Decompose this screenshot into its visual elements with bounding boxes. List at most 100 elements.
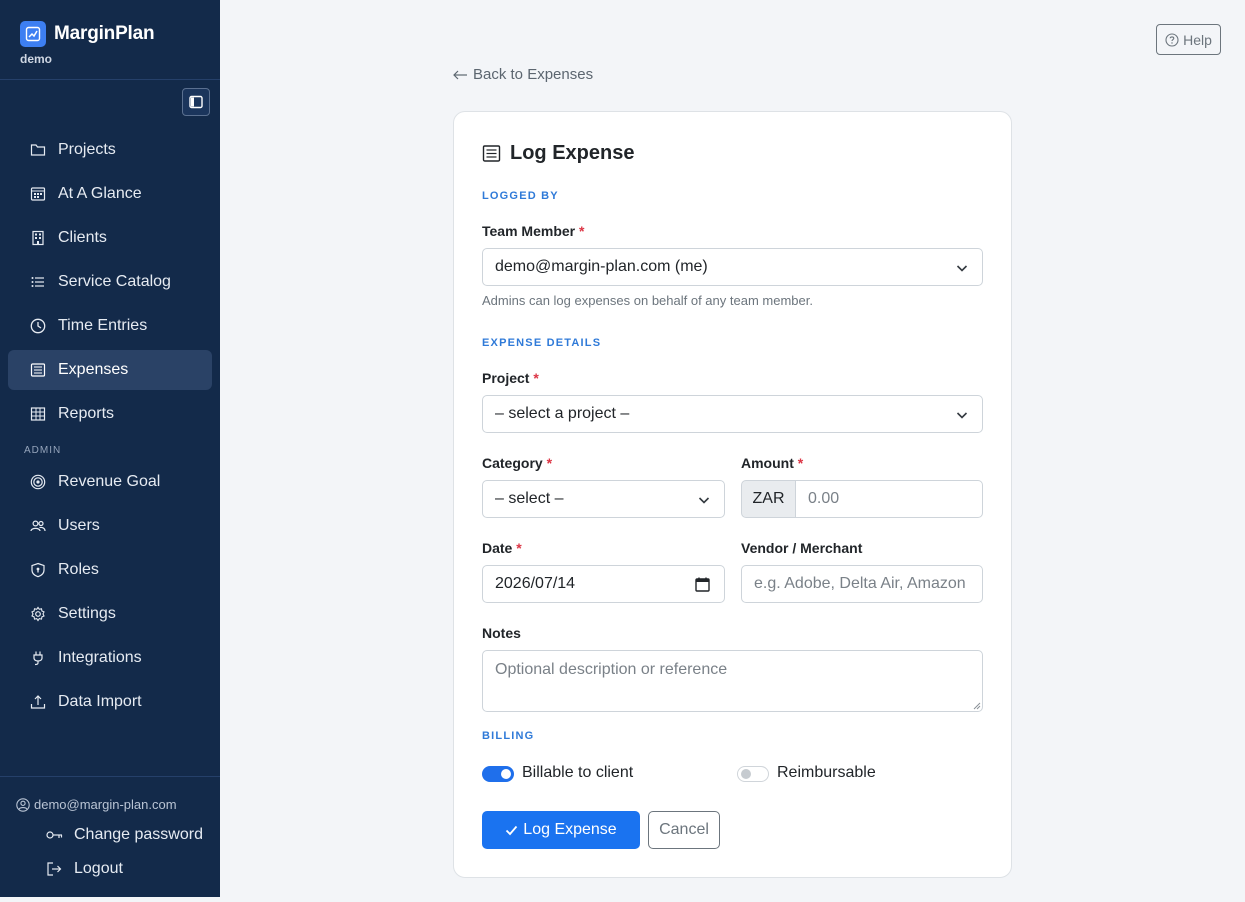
sidebar-footer: demo@margin-plan.com Change password Log… [0, 776, 220, 897]
log-expense-button-label: Log Expense [523, 821, 617, 838]
resize-handle-icon[interactable] [973, 702, 981, 710]
notes-textarea[interactable]: Optional description or reference [482, 650, 983, 712]
receipt-icon [30, 362, 46, 378]
date-input[interactable]: 2026/07/14 [482, 565, 725, 603]
sidebar-item-revenue-goal[interactable]: Revenue Goal [8, 462, 212, 502]
gear-icon [30, 606, 46, 622]
category-label-text: Category [482, 455, 543, 471]
sidebar-item-reports[interactable]: Reports [8, 394, 212, 434]
logout-icon [46, 861, 64, 877]
amount-placeholder: 0.00 [808, 490, 840, 507]
users-icon [30, 518, 46, 534]
team-member-label: Team Member * [482, 223, 584, 239]
sidebar-item-at-a-glance[interactable]: At A Glance [8, 174, 212, 214]
sidebar-item-service-catalog[interactable]: Service Catalog [8, 262, 212, 302]
sidebar-item-label: Data Import [58, 693, 142, 710]
sidebar-item-label: Revenue Goal [58, 473, 161, 490]
sidebar-item-clients[interactable]: Clients [8, 218, 212, 258]
upload-icon [30, 694, 46, 710]
sidebar-item-time-entries[interactable]: Time Entries [8, 306, 212, 346]
amount-label-text: Amount [741, 455, 794, 471]
sidebar-item-label: Users [58, 517, 100, 534]
shield-icon [30, 562, 46, 578]
vendor-input[interactable]: e.g. Adobe, Delta Air, Amazon [741, 565, 983, 603]
help-label: Help [1183, 31, 1212, 48]
project-select[interactable]: – select a project – [482, 395, 983, 433]
back-to-expenses-link[interactable]: Back to Expenses [452, 66, 593, 83]
sidebar-item-roles[interactable]: Roles [8, 550, 212, 590]
question-circle-icon [1165, 32, 1179, 47]
sidebar-item-label: Settings [58, 605, 116, 622]
logout-link[interactable]: Logout [46, 860, 123, 878]
sidebar-item-data-import[interactable]: Data Import [8, 682, 212, 722]
required-mark: * [533, 370, 539, 386]
log-expense-button[interactable]: Log Expense [482, 811, 640, 849]
chevron-down-icon [956, 408, 968, 426]
sidebar-item-label: Clients [58, 229, 107, 246]
help-button[interactable]: Help [1156, 24, 1221, 55]
sidebar-item-label: At A Glance [58, 185, 142, 202]
sidebar-toggle-button[interactable] [182, 88, 210, 116]
sidebar-item-users[interactable]: Users [8, 506, 212, 546]
amount-input[interactable]: 0.00 [795, 480, 983, 518]
project-label: Project * [482, 370, 539, 386]
vendor-label: Vendor / Merchant [741, 540, 863, 556]
sidebar: MarginPlan demo Projects At A Glance Cli… [0, 0, 220, 897]
vendor-placeholder: e.g. Adobe, Delta Air, Amazon [754, 575, 966, 592]
brand: MarginPlan demo [0, 0, 220, 80]
reimbursable-label[interactable]: Reimbursable [777, 764, 876, 782]
change-password-label: Change password [74, 826, 203, 843]
sidebar-item-label: Roles [58, 561, 99, 578]
category-label: Category * [482, 455, 552, 471]
category-select[interactable]: – select – [482, 480, 725, 518]
logout-label: Logout [74, 860, 123, 877]
table-icon [30, 406, 46, 422]
sidebar-toggle-icon [189, 95, 203, 109]
expense-details-section-label: EXPENSE DETAILS [482, 337, 602, 349]
card-title: Log Expense [482, 142, 634, 165]
amount-label: Amount * [741, 455, 803, 471]
notes-label: Notes [482, 625, 521, 641]
required-mark: * [797, 455, 804, 471]
user-circle-icon [16, 797, 30, 812]
sidebar-item-expenses[interactable]: Expenses [8, 350, 212, 390]
date-label: Date * [482, 540, 522, 556]
calendar-icon[interactable] [695, 577, 710, 592]
brand-name[interactable]: MarginPlan [54, 23, 155, 45]
sidebar-item-settings[interactable]: Settings [8, 594, 212, 634]
sidebar-item-label: Expenses [58, 361, 129, 378]
cancel-button[interactable]: Cancel [648, 811, 720, 849]
list-icon [30, 274, 46, 290]
calendar-grid-icon [30, 186, 46, 202]
chevron-down-icon [698, 493, 710, 511]
team-member-select[interactable]: demo@margin-plan.com (me) [482, 248, 983, 286]
clock-icon [30, 318, 46, 334]
target-icon [30, 474, 46, 490]
team-member-label-text: Team Member [482, 223, 576, 239]
date-label-text: Date [482, 540, 513, 556]
billing-section-label: BILLING [482, 730, 535, 742]
plug-icon [30, 650, 46, 666]
user-email: demo@margin-plan.com [34, 797, 177, 812]
billable-toggle[interactable] [482, 766, 514, 782]
required-mark: * [579, 223, 585, 239]
currency-addon: ZAR [741, 480, 796, 518]
sidebar-item-integrations[interactable]: Integrations [8, 638, 212, 678]
sidebar-item-label: Projects [58, 141, 116, 158]
sidebar-item-projects[interactable]: Projects [8, 130, 212, 170]
sidebar-item-label: Service Catalog [58, 273, 171, 290]
category-value: – select – [495, 490, 564, 507]
change-password-link[interactable]: Change password [46, 826, 203, 844]
billable-label[interactable]: Billable to client [522, 764, 633, 782]
notes-placeholder: Optional description or reference [495, 661, 728, 678]
key-icon [46, 829, 64, 841]
building-icon [30, 230, 46, 246]
sidebar-item-label: Time Entries [58, 317, 148, 334]
receipt-icon [482, 144, 501, 163]
folder-icon [30, 142, 46, 158]
reimbursable-toggle[interactable] [737, 766, 769, 782]
project-label-text: Project [482, 370, 530, 386]
chart-trend-icon [20, 21, 46, 47]
check-icon [505, 825, 518, 836]
workspace-name: demo [20, 52, 53, 66]
